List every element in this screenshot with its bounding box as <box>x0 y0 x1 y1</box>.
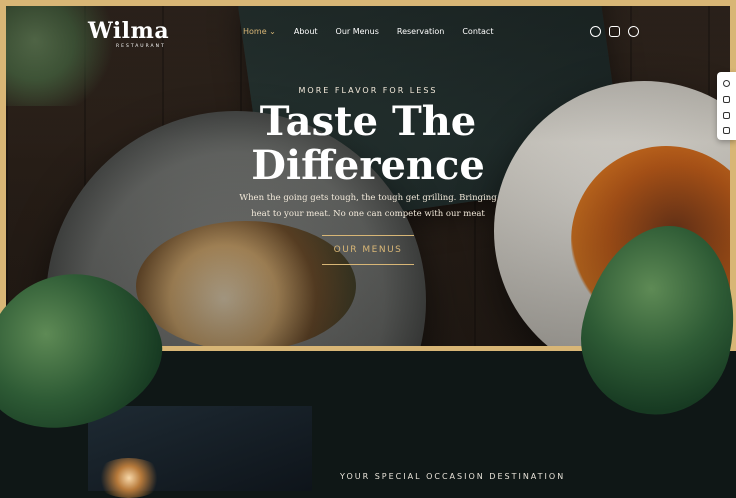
nav-item-our-menus[interactable]: Our Menus <box>336 27 379 36</box>
lamp-glow <box>94 458 164 498</box>
heart-icon[interactable] <box>723 96 730 103</box>
hero-title: Taste The Difference <box>0 100 736 188</box>
restaurant-photo <box>88 406 312 498</box>
hero-title-line1: Taste The <box>259 98 477 145</box>
main-nav: Home ⌄ About Our Menus Reservation Conta… <box>243 27 493 36</box>
instagram-icon[interactable] <box>609 26 620 37</box>
our-menus-button[interactable]: OUR MENUS <box>322 235 414 265</box>
hero-title-line2: Difference <box>251 142 485 189</box>
tripadvisor-icon[interactable] <box>628 26 639 37</box>
chevron-down-icon: ⌄ <box>269 27 276 36</box>
social-links <box>590 26 639 37</box>
nav-item-home[interactable]: Home ⌄ <box>243 27 276 36</box>
nav-item-about[interactable]: About <box>294 27 318 36</box>
section-eyebrow: YOUR SPECIAL OCCASION DESTINATION <box>340 472 566 481</box>
hero-eyebrow: MORE FLAVOR FOR LESS <box>298 86 438 95</box>
facebook-icon[interactable] <box>590 26 601 37</box>
nav-item-reservation[interactable]: Reservation <box>397 27 444 36</box>
settings-icon[interactable] <box>723 80 730 87</box>
brand-tagline: RESTAURANT <box>116 44 166 49</box>
brand-name: Wilma <box>88 18 170 44</box>
book-icon[interactable] <box>723 112 730 119</box>
nav-item-contact[interactable]: Contact <box>462 27 493 36</box>
brand-logo[interactable]: Wilma RESTAURANT <box>88 18 170 49</box>
nav-label-home: Home <box>243 27 267 36</box>
hero-description: When the going gets tough, the tough get… <box>239 193 497 219</box>
cart-icon[interactable] <box>723 127 730 134</box>
side-toolbar <box>717 72 736 140</box>
